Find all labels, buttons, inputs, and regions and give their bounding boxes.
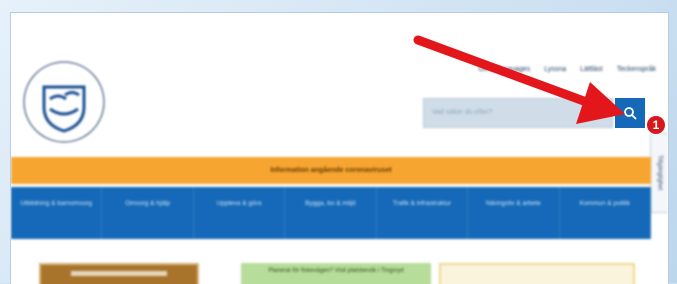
nav-item-care[interactable]: Omsorg & hjälp — [102, 187, 194, 239]
nav-item-experience[interactable]: Uppleva & göra — [194, 187, 286, 239]
nav-item-traffic[interactable]: Trafik & infrastruktur — [377, 187, 469, 239]
top-link-languages[interactable]: Other languages — [478, 66, 530, 73]
accessibility-side-tab[interactable]: Tillgänglighet — [650, 133, 668, 213]
nav-item-business[interactable]: Näringsliv & arbete — [468, 187, 560, 239]
search-input[interactable]: Vad söker du efter? — [423, 98, 613, 128]
card-green-text: Planerat för fiskevägen? Visit platsbesö… — [268, 268, 404, 274]
news-card-green[interactable]: Planerat för fiskevägen? Visit platsbesö… — [241, 263, 431, 284]
nav-item-build-live[interactable]: Bygga, bo & miljö — [285, 187, 377, 239]
search-button[interactable] — [615, 98, 645, 128]
step-number-badge: 1 — [646, 115, 666, 135]
corona-info-banner[interactable]: Information angående coronaviruset — [11, 157, 651, 184]
nav-item-education[interactable]: Utbildning & barnomsorg — [11, 187, 103, 239]
nav-item-municipality[interactable]: Kommun & politik — [560, 187, 651, 239]
news-card-image[interactable] — [39, 263, 199, 284]
municipality-logo[interactable] — [21, 59, 107, 145]
news-card-yellow[interactable] — [439, 263, 635, 284]
top-link-listen[interactable]: Lyssna — [544, 66, 566, 73]
banner-text: Information angående coronaviruset — [270, 167, 392, 174]
top-links: Other languages Lyssna Lättläst Teckensp… — [478, 66, 656, 73]
top-link-easy-read[interactable]: Lättläst — [580, 66, 603, 73]
card-image-caption-bar — [71, 271, 167, 276]
top-link-sign-language[interactable]: Teckenspråk — [617, 66, 656, 73]
browser-page: Other languages Lyssna Lättläst Teckensp… — [10, 12, 669, 284]
main-navigation: Utbildning & barnomsorg Omsorg & hjälp U… — [11, 187, 651, 239]
search-icon — [624, 107, 637, 120]
